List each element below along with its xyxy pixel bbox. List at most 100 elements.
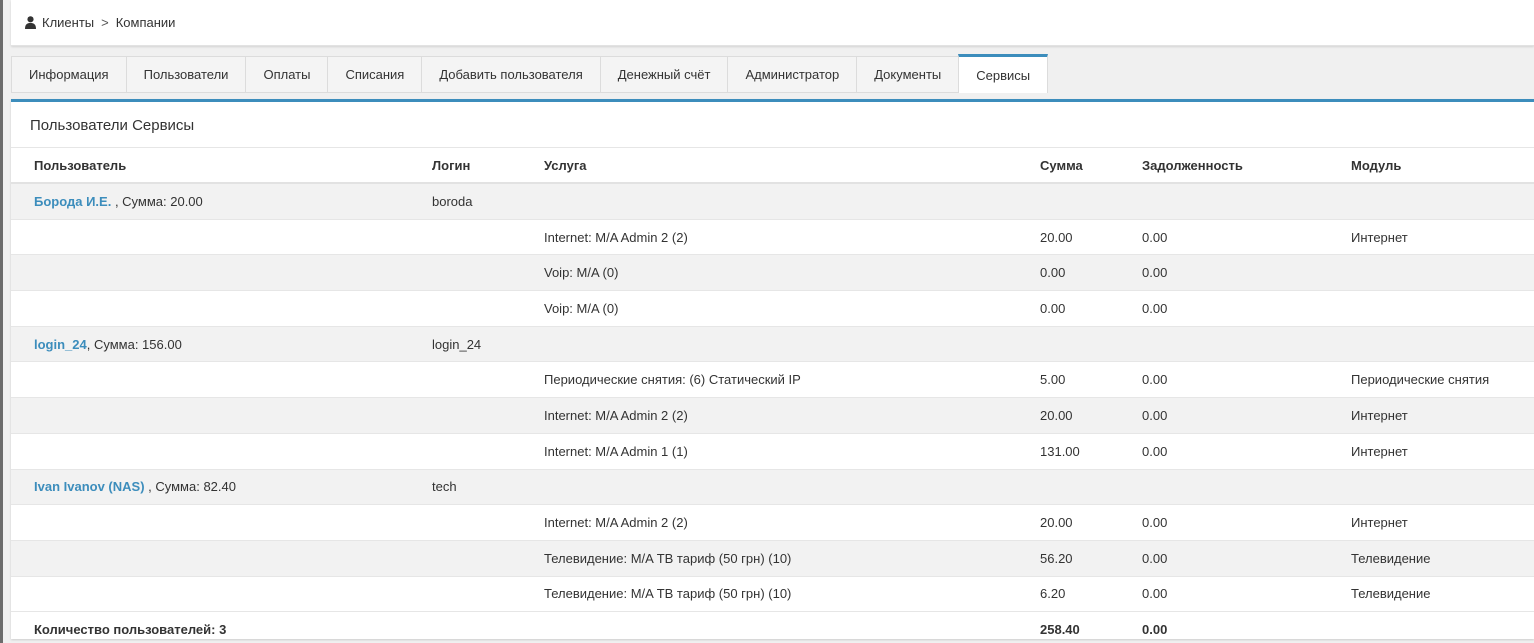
sum-cell (1035, 325, 1137, 362)
user-cell (11, 254, 427, 291)
sum-cell: 20.00 (1035, 504, 1137, 541)
module-cell (1346, 325, 1534, 362)
tab-administrator[interactable]: Администратор (727, 56, 857, 93)
login-cell: boroda (427, 182, 539, 220)
debt-cell: 0.00 (1137, 290, 1346, 327)
column-header-login[interactable]: Логин (427, 148, 539, 184)
total-module-cell (1346, 611, 1534, 639)
debt-cell: 0.00 (1137, 218, 1346, 255)
user-cell: Ivan Ivanov (NAS) , Сумма: 82.40 (11, 468, 427, 505)
user-icon (25, 16, 36, 29)
debt-cell: 0.00 (1137, 539, 1346, 577)
user-row: Борода И.Е. , Сумма: 20.00 boroda (11, 182, 1534, 220)
sum-cell: 6.20 (1035, 575, 1137, 612)
sum-cell: 131.00 (1035, 432, 1137, 469)
sum-cell (1035, 468, 1137, 505)
user-sum-text: , Сумма: 82.40 (144, 479, 236, 495)
module-cell: Телевидение (1346, 539, 1534, 577)
service-row: Периодические снятия: (6) Статический IP… (11, 361, 1534, 398)
tab-information[interactable]: Информация (11, 56, 126, 93)
tab-charges[interactable]: Списания (327, 56, 422, 93)
column-header-service[interactable]: Услуга (539, 148, 1035, 184)
column-header-user[interactable]: Пользователь (11, 148, 427, 184)
service-cell: Internet: M/A Admin 2 (2) (539, 504, 1035, 541)
service-row: Internet: M/A Admin 1 (1) 131.00 0.00 Ин… (11, 432, 1534, 469)
tab-bar: Информация Пользователи Оплаты Списания … (11, 54, 1049, 94)
user-cell: login_24, Сумма: 156.00 (11, 325, 427, 362)
service-cell: Voip: M/A (0) (539, 254, 1035, 291)
sum-cell: 20.00 (1035, 397, 1137, 434)
user-cell (11, 290, 427, 327)
login-cell (427, 361, 539, 398)
service-cell: Internet: M/A Admin 1 (1) (539, 432, 1035, 469)
total-users-count: Количество пользователей: 3 (11, 611, 1035, 639)
user-cell: Борода И.Е. , Сумма: 20.00 (11, 182, 427, 220)
window-left-edge (0, 0, 3, 643)
login-cell (427, 218, 539, 255)
login-cell: tech (427, 468, 539, 505)
user-link[interactable]: Борода И.Е. (34, 194, 111, 209)
service-row: Voip: M/A (0) 0.00 0.00 (11, 290, 1534, 327)
debt-cell (1137, 182, 1346, 220)
total-debt: 0.00 (1137, 611, 1346, 639)
user-link[interactable]: login_24 (34, 337, 87, 352)
column-header-sum[interactable]: Сумма (1035, 148, 1137, 184)
module-cell: Интернет (1346, 504, 1534, 541)
tab-add-user[interactable]: Добавить пользователя (421, 56, 600, 93)
module-cell: Периодические снятия (1346, 361, 1534, 398)
user-sum-text: , Сумма: 20.00 (111, 193, 203, 209)
debt-cell: 0.00 (1137, 361, 1346, 398)
user-cell (11, 575, 427, 612)
module-cell (1346, 468, 1534, 505)
breadcrumb-separator: > (101, 15, 109, 30)
services-table: Пользователь Логин Услуга Сумма Задолжен… (11, 148, 1534, 639)
tab-users[interactable]: Пользователи (125, 56, 246, 93)
total-row: Количество пользователей: 3 258.40 0.00 (11, 611, 1534, 639)
breadcrumb-clients-link[interactable]: Клиенты (42, 15, 94, 30)
sum-cell: 0.00 (1035, 254, 1137, 291)
login-cell (427, 432, 539, 469)
column-header-debt[interactable]: Задолженность (1137, 148, 1346, 184)
module-cell: Интернет (1346, 432, 1534, 469)
module-cell (1346, 290, 1534, 327)
user-row: Ivan Ivanov (NAS) , Сумма: 82.40 tech (11, 468, 1534, 505)
service-row: Internet: M/A Admin 2 (2) 20.00 0.00 Инт… (11, 397, 1534, 434)
user-row: login_24, Сумма: 156.00 login_24 (11, 325, 1534, 362)
services-panel: Пользователи Сервисы Пользователь Логин … (11, 99, 1534, 639)
tab-services[interactable]: Сервисы (958, 54, 1049, 93)
service-row: Телевидение: M/A ТВ тариф (50 грн) (10) … (11, 575, 1534, 612)
user-cell (11, 361, 427, 398)
tab-payments[interactable]: Оплаты (245, 56, 328, 93)
debt-cell (1137, 325, 1346, 362)
user-cell (11, 218, 427, 255)
module-cell: Интернет (1346, 397, 1534, 434)
sum-cell: 0.00 (1035, 290, 1137, 327)
login-cell (427, 397, 539, 434)
sum-cell (1035, 182, 1137, 220)
service-row: Voip: M/A (0) 0.00 0.00 (11, 254, 1534, 291)
service-cell (539, 468, 1035, 505)
service-cell: Internet: M/A Admin 2 (2) (539, 397, 1035, 434)
debt-cell: 0.00 (1137, 254, 1346, 291)
breadcrumb-companies: Компании (115, 15, 176, 30)
total-sum: 258.40 (1035, 611, 1137, 639)
login-cell (427, 539, 539, 577)
panel-title: Пользователи Сервисы (11, 102, 1534, 148)
service-row: Internet: M/A Admin 2 (2) 20.00 0.00 Инт… (11, 218, 1534, 255)
service-cell: Телевидение: M/A ТВ тариф (50 грн) (10) (539, 575, 1035, 612)
page: Клиенты > Компании Информация Пользовате… (0, 0, 1534, 643)
user-cell (11, 539, 427, 577)
service-row: Internet: M/A Admin 2 (2) 20.00 0.00 Инт… (11, 504, 1534, 541)
breadcrumb: Клиенты > Компании (11, 0, 1534, 46)
service-cell: Internet: M/A Admin 2 (2) (539, 218, 1035, 255)
login-cell (427, 504, 539, 541)
column-header-module[interactable]: Модуль (1346, 148, 1534, 184)
sum-cell: 56.20 (1035, 539, 1137, 577)
debt-cell: 0.00 (1137, 504, 1346, 541)
login-cell (427, 575, 539, 612)
tab-money-account[interactable]: Денежный счёт (599, 56, 728, 93)
service-cell: Voip: M/A (0) (539, 290, 1035, 327)
service-cell: Периодические снятия: (6) Статический IP (539, 361, 1035, 398)
tab-documents[interactable]: Документы (856, 56, 959, 93)
user-link[interactable]: Ivan Ivanov (NAS) (34, 479, 145, 494)
